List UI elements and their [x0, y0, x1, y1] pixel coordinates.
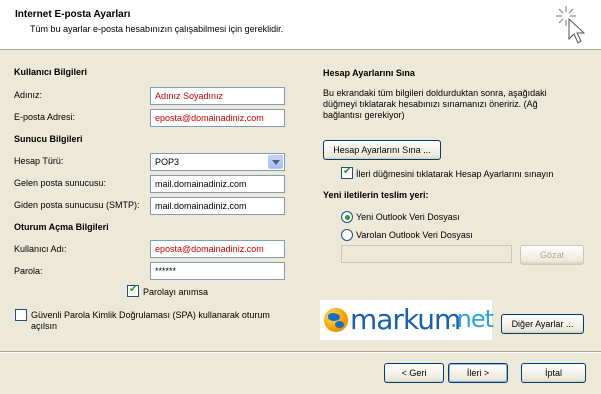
email-label: E-posta Adresi:: [14, 112, 76, 122]
user-info-section-title: Kullanıcı Bilgileri: [14, 67, 88, 77]
username-field[interactable]: eposta@domainadiniz.com: [150, 240, 285, 258]
auto-test-checkbox[interactable]: [341, 166, 353, 179]
password-field[interactable]: ******: [150, 262, 285, 280]
password-label: Parola:: [14, 266, 43, 276]
magic-wand-icon: [556, 6, 586, 44]
new-data-file-label: Yeni Outlook Veri Dosyası: [356, 212, 460, 222]
email-field[interactable]: eposta@domainadiniz.com: [150, 109, 285, 127]
name-field[interactable]: Adınız Soyadınız: [150, 87, 285, 105]
footer-separator: [0, 351, 601, 353]
username-label: Kullanıcı Adı:: [14, 244, 67, 254]
back-button[interactable]: < Geri: [384, 363, 444, 383]
test-account-settings-button[interactable]: Hesap Ayarlarını Sına ...: [323, 140, 441, 160]
outgoing-server-field[interactable]: mail.domainadiniz.com: [150, 197, 285, 215]
outgoing-server-label: Giden posta sunucusu (SMTP):: [14, 200, 140, 210]
more-settings-button[interactable]: Diğer Ayarlar ...: [501, 314, 584, 334]
auto-test-label: İleri düğmesini tıklatarak Hesap Ayarlar…: [356, 169, 554, 179]
logo-name: markum: [350, 303, 461, 336]
server-info-section-title: Sunucu Bilgileri: [14, 134, 83, 144]
account-type-value: POP3: [155, 157, 180, 167]
wizard-header: Internet E-posta Ayarları Tüm bu ayarlar…: [0, 0, 601, 50]
logo-tld: .net: [450, 305, 494, 333]
name-label: Adınız:: [14, 90, 43, 100]
account-type-select[interactable]: POP3: [150, 153, 285, 171]
spa-label-line1: Güvenli Parola Kimlik Doğrulaması (SPA) …: [31, 310, 270, 320]
remember-password-checkbox[interactable]: [127, 284, 139, 297]
incoming-server-field[interactable]: mail.domainadiniz.com: [150, 175, 285, 193]
spa-checkbox[interactable]: [15, 309, 27, 321]
test-desc-line2: düğmeyi tıklatarak hesabınızı sınamanızı…: [323, 99, 538, 109]
test-desc-line1: Bu ekrandaki tüm bilgileri doldurduktan …: [323, 88, 547, 98]
chevron-down-icon[interactable]: [268, 155, 283, 169]
browse-button[interactable]: Gözat: [520, 245, 584, 265]
globe-icon: [324, 308, 348, 332]
delivery-section-title: Yeni iletilerin teslim yeri:: [323, 190, 429, 200]
markum-logo: markum .net: [320, 300, 494, 340]
header-subtitle: Tüm bu ayarlar e-posta hesabınızın çalış…: [30, 24, 284, 34]
new-data-file-radio[interactable]: [341, 211, 353, 223]
remember-password-label: Parolayı anımsa: [143, 287, 209, 297]
header-title: Internet E-posta Ayarları: [15, 9, 131, 20]
account-type-label: Hesap Türü:: [14, 156, 64, 166]
test-desc-line3: bağlantısı gerekiyor): [323, 110, 405, 120]
incoming-server-label: Gelen posta sunucusu:: [14, 178, 107, 188]
spa-label-line2: açılsın: [31, 321, 58, 331]
logon-info-section-title: Oturum Açma Bilgileri: [14, 222, 109, 232]
existing-data-file-label: Varolan Outlook Veri Dosyası: [356, 230, 473, 240]
test-settings-section-title: Hesap Ayarlarını Sına: [323, 68, 415, 78]
cancel-button[interactable]: İptal: [521, 363, 586, 383]
existing-data-file-radio[interactable]: [341, 229, 353, 241]
next-button[interactable]: İleri >: [448, 363, 508, 383]
data-file-path-field[interactable]: [341, 245, 512, 263]
